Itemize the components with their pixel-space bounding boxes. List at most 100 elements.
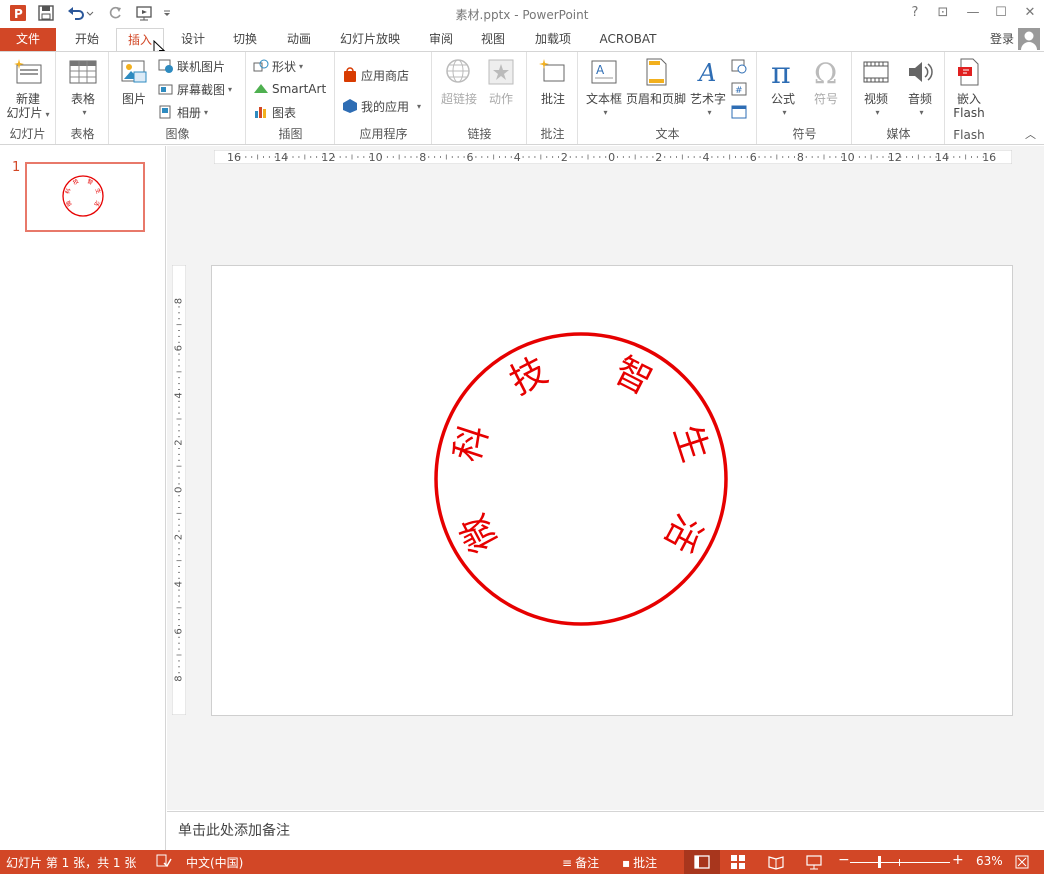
audio-button[interactable]: 音频 ▾ [899, 56, 941, 120]
zoom-out-button[interactable]: − [838, 852, 850, 868]
comment-button[interactable]: 批注 [532, 56, 574, 106]
hruler-label: 16 [982, 151, 996, 164]
group-flash: 嵌入 Flash Flash [946, 52, 992, 144]
slide-number-button[interactable]: # [731, 79, 750, 99]
hyperlink-button[interactable]: 超链接 [437, 56, 481, 106]
screenshot-button[interactable]: 屏幕截图 ▾ [158, 79, 232, 99]
hruler-label: 16 [227, 151, 241, 164]
slide-thumbnail-pane: 1 微科技智生活 [0, 146, 166, 850]
comments-toggle-button[interactable]: ▪ 批注 [622, 854, 657, 871]
speaker-icon [905, 56, 935, 88]
seal-char-6: 活 [656, 507, 709, 558]
header-footer-icon [641, 56, 671, 88]
video-button[interactable]: 视频 ▾ [855, 56, 897, 120]
tab-acrobat[interactable]: ACROBAT [592, 28, 664, 51]
vruler-label: 8 [174, 298, 185, 304]
horizontal-ruler: 16 14 12 10 8 6 4 2 0 2 4 6 8 10 12 14 16 [214, 150, 1012, 164]
group-label-slides: 幻灯片 [9, 127, 46, 141]
language-status[interactable]: 中文(中国) [186, 854, 243, 871]
smartart-button[interactable]: SmartArt [253, 79, 326, 99]
equation-button[interactable]: π 公式 ▾ [762, 56, 804, 120]
table-button[interactable]: 表格 ▾ [61, 56, 105, 120]
collapse-ribbon-icon[interactable]: ︿ [1025, 126, 1036, 142]
seal-char-1: 微 [453, 507, 506, 558]
embed-flash-button[interactable]: 嵌入 Flash [948, 56, 990, 120]
my-apps-button[interactable]: 我的应用 ▾ [342, 96, 421, 116]
seal-char-5: 生 [665, 420, 715, 467]
vruler-label: 0 [174, 487, 185, 493]
sign-in-link[interactable]: 登录 [990, 30, 1014, 47]
store-icon [342, 67, 358, 83]
textbox-icon: A [589, 56, 619, 88]
omega-icon: Ω [811, 56, 841, 88]
fit-to-window-icon[interactable] [1014, 854, 1030, 873]
picture-button[interactable]: 图片 [114, 56, 154, 106]
hruler-label: 12 [888, 151, 902, 164]
spell-check-icon[interactable] [156, 854, 172, 871]
group-label-links: 链接 [467, 127, 492, 141]
tab-slideshow[interactable]: 幻灯片放映 [332, 28, 408, 51]
slide-count-status[interactable]: 幻灯片 第 1 张，共 1 张 [6, 854, 136, 871]
minimize-button[interactable]: — [960, 3, 986, 23]
textbox-button[interactable]: A 文本框 ▾ [581, 56, 627, 120]
seal-char-3: 技 [503, 350, 554, 403]
tab-animations[interactable]: 动画 [276, 28, 322, 51]
shapes-button[interactable]: 形状 ▾ [253, 56, 303, 76]
hruler-label: 8 [797, 151, 804, 164]
notes-toggle-button[interactable]: ≡ 备注 [562, 854, 599, 871]
header-footer-button[interactable]: 页眉和页脚 [625, 56, 687, 106]
close-button[interactable]: ✕ [1017, 3, 1043, 23]
svg-text:A: A [697, 59, 716, 87]
notes-placeholder[interactable]: 单击此处添加备注 [178, 820, 290, 840]
group-label-text: 文本 [655, 127, 680, 141]
group-label-illustrations: 插图 [278, 127, 303, 141]
wordart-button[interactable]: A 艺术字 ▾ [687, 56, 729, 120]
avatar[interactable] [1018, 28, 1040, 50]
online-pictures-button[interactable]: 联机图片 [158, 56, 225, 76]
zoom-level[interactable]: 63% [976, 854, 1003, 868]
reading-view-icon[interactable] [768, 854, 784, 873]
date-time-button[interactable] [731, 56, 750, 76]
action-button[interactable]: 动作 [481, 56, 521, 106]
tab-home[interactable]: 开始 [64, 28, 110, 51]
maximize-button[interactable]: ☐ [988, 3, 1014, 23]
ribbon-display-options-button[interactable]: ⊡ [930, 3, 956, 23]
object-button[interactable] [731, 102, 750, 122]
svg-text:Ω: Ω [814, 57, 837, 87]
normal-view-button[interactable] [684, 850, 720, 874]
zoom-slider-thumb[interactable] [878, 856, 881, 868]
hruler-label: 6 [467, 151, 474, 164]
wordart-icon: A [693, 56, 723, 88]
tab-file[interactable]: 文件 [0, 28, 56, 51]
vruler-label: 6 [174, 628, 185, 634]
slide-thumbnail[interactable]: 微科技智生活 [25, 162, 145, 232]
my-apps-icon [342, 98, 358, 114]
comment-icon: ▪ [622, 855, 631, 870]
group-links: 超链接 动作 链接 [433, 52, 527, 144]
photo-album-button[interactable]: 相册 ▾ [158, 102, 208, 122]
tab-design[interactable]: 设计 [170, 28, 216, 51]
zoom-in-button[interactable]: + [952, 852, 964, 868]
slide-canvas[interactable]: 微科技 智生活 [211, 265, 1013, 716]
tab-view[interactable]: 视图 [470, 28, 516, 51]
tab-addins[interactable]: 加载项 [524, 28, 582, 51]
tab-review[interactable]: 审阅 [418, 28, 464, 51]
title-bar: P 素材.pptx - PowerPoint ? ⊡ — ☐ ✕ [0, 0, 1044, 28]
tab-transitions[interactable]: 切换 [222, 28, 268, 51]
notes-pane[interactable]: 单击此处添加备注 [167, 811, 1044, 850]
symbol-button[interactable]: Ω 符号 [806, 56, 846, 106]
notes-icon: ≡ [562, 855, 573, 870]
slide-sorter-icon[interactable] [730, 854, 746, 873]
group-label-comments: 批注 [540, 127, 565, 141]
zoom-slider-track[interactable] [850, 862, 950, 863]
table-icon [68, 56, 98, 88]
seal-circle [434, 332, 728, 626]
help-button[interactable]: ? [902, 3, 928, 23]
new-slide-button[interactable]: 新建 幻灯片 ▾ [2, 56, 54, 122]
slideshow-view-icon[interactable] [806, 854, 822, 873]
round-seal[interactable]: 微科技 智生活 [212, 266, 1012, 715]
group-slides: 新建 幻灯片 ▾ 幻灯片 [0, 52, 56, 144]
store-button[interactable]: 应用商店 [342, 65, 409, 85]
chart-button[interactable]: 图表 [253, 102, 296, 122]
shapes-icon [253, 58, 269, 74]
